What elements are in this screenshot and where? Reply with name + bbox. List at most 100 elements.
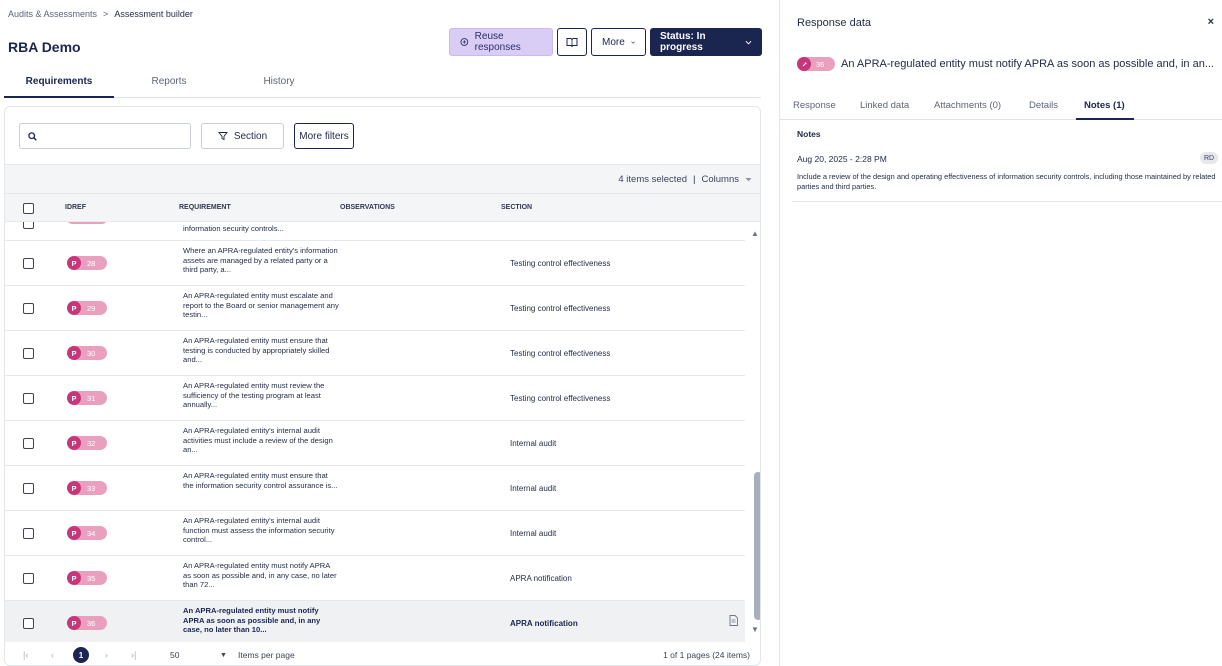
selection-bar: 4 items selected | Columns: [5, 164, 760, 194]
scrollbar-thumb[interactable]: [754, 472, 760, 620]
row-checkbox[interactable]: [23, 222, 34, 229]
tab-details[interactable]: Details: [1029, 100, 1058, 111]
table-row[interactable]: P 28 Where an APRA-regulated entity's inf…: [5, 241, 745, 286]
breadcrumb-separator: >: [103, 9, 109, 19]
scroll-down-icon[interactable]: ▼: [751, 625, 759, 634]
header-section[interactable]: SECTION: [501, 204, 532, 211]
id-badge: P 36: [67, 616, 107, 630]
badge-prefix: P: [67, 391, 81, 405]
table-row[interactable]: information security controls...: [5, 222, 745, 241]
tab-reports[interactable]: Reports: [114, 66, 224, 97]
row-checkbox[interactable]: [23, 393, 34, 404]
filter-icon: [217, 132, 228, 141]
tab-history[interactable]: History: [224, 66, 334, 97]
panel-requirement: 36 An APRA-regulated entity must notify …: [797, 57, 1222, 71]
page-title: RBA Demo: [8, 39, 81, 55]
badge-number: 35: [87, 573, 96, 583]
pagination: |‹ ‹ 1 › ›| 50 ▼ Items per page 1 of 1 p…: [5, 643, 760, 665]
notes-heading: Notes: [797, 129, 821, 139]
requirement-text: An APRA-regulated entity must notify APR…: [183, 561, 337, 590]
badge-prefix: P: [67, 616, 81, 630]
first-page-icon[interactable]: |‹: [23, 650, 28, 660]
row-checkbox[interactable]: [23, 528, 34, 539]
table-row[interactable]: P 29 An APRA-regulated entity must escala…: [5, 286, 745, 331]
section-text: Testing control effectiveness: [510, 394, 611, 403]
row-checkbox[interactable]: [23, 438, 34, 449]
panel-title: Response data: [797, 17, 871, 29]
badge-prefix: P: [67, 301, 81, 315]
note-text: Include a review of the design and opera…: [797, 172, 1216, 191]
section-filter-button[interactable]: Section: [201, 123, 284, 149]
tab-response[interactable]: Response: [793, 100, 836, 111]
scroll-up-icon[interactable]: ▲: [751, 229, 759, 238]
requirement-text: An APRA-regulated entity must review the…: [183, 381, 325, 410]
prev-page-icon[interactable]: ‹: [51, 650, 54, 660]
columns-button[interactable]: Columns: [702, 174, 740, 185]
next-page-icon[interactable]: ›: [105, 650, 108, 660]
badge-number: 33: [87, 483, 96, 493]
badge-number: 30: [87, 348, 96, 358]
row-checkbox[interactable]: [23, 573, 34, 584]
row-checkbox[interactable]: [23, 618, 34, 629]
reuse-responses-button[interactable]: Reuse responses: [449, 28, 553, 56]
tab-requirements[interactable]: Requirements: [4, 66, 114, 98]
section-text: Internal audit: [510, 484, 557, 493]
requirement-text: An APRA-regulated entity must notify APR…: [183, 606, 321, 635]
tab-notes[interactable]: Notes (1): [1084, 100, 1125, 111]
section-filter-label: Section: [233, 130, 268, 142]
table-row[interactable]: P 33 An APRA-regulated entity must ensure…: [5, 466, 745, 511]
panel-tabs: Response Linked data Attachments (0) Det…: [780, 96, 1222, 120]
tab-linked-data[interactable]: Linked data: [860, 100, 909, 111]
row-checkbox[interactable]: [23, 258, 34, 269]
note-date: Aug 20, 2025 - 2:28 PM: [797, 154, 887, 164]
badge-number: 32: [87, 438, 96, 448]
last-page-icon[interactable]: ›|: [131, 650, 136, 660]
header-observations[interactable]: OBSERVATIONS: [340, 204, 395, 211]
badge-prefix: P: [67, 481, 81, 495]
search-input[interactable]: [19, 123, 191, 149]
badge-number: 34: [87, 528, 96, 538]
table-row-selected[interactable]: P 36 An APRA-regulated entity must notify…: [5, 601, 745, 642]
select-all-checkbox[interactable]: [23, 203, 34, 214]
table-row[interactable]: P 34 An APRA-regulated entity's internal …: [5, 511, 745, 556]
table-row[interactable]: P 35 An APRA-regulated entity must notify…: [5, 556, 745, 601]
section-text: APRA notification: [510, 574, 572, 583]
row-checkbox[interactable]: [23, 348, 34, 359]
requirement-text: An APRA-regulated entity must escalate a…: [183, 291, 339, 320]
id-badge: P 35: [67, 571, 107, 585]
table-row[interactable]: P 32 An APRA-regulated entity's internal …: [5, 421, 745, 466]
table-header: IDREF REQUIREMENT OBSERVATIONS SECTION: [5, 194, 760, 222]
more-button[interactable]: More: [591, 28, 646, 56]
badge-prefix: P: [67, 256, 81, 270]
per-page-value[interactable]: 50: [170, 650, 179, 660]
guide-button[interactable]: [557, 28, 587, 56]
avatar: RD: [1200, 152, 1218, 164]
status-button[interactable]: Status: In progress: [650, 28, 762, 56]
chevron-down-icon: [631, 41, 635, 44]
id-badge: P 29: [67, 301, 107, 315]
requirement-text: information security controls...: [183, 224, 284, 233]
section-text: Testing control effectiveness: [510, 304, 611, 313]
current-page[interactable]: 1: [73, 647, 89, 663]
row-checkbox[interactable]: [23, 483, 34, 494]
table-row[interactable]: P 31 An APRA-regulated entity must review…: [5, 376, 745, 421]
badge-prefix: P: [67, 346, 81, 360]
more-filters-button[interactable]: More filters: [294, 123, 354, 149]
panel-requirement-text: An APRA-regulated entity must notify APR…: [841, 58, 1214, 70]
header-idref[interactable]: IDREF: [65, 204, 86, 211]
tab-attachments[interactable]: Attachments (0): [934, 100, 1001, 111]
row-checkbox[interactable]: [23, 303, 34, 314]
document-icon[interactable]: [729, 615, 738, 626]
id-badge: [67, 222, 107, 224]
breadcrumb-parent[interactable]: Audits & Assessments: [8, 9, 97, 19]
id-badge: P 32: [67, 436, 107, 450]
badge-number: 31: [87, 393, 96, 403]
close-icon[interactable]: ×: [1208, 16, 1214, 28]
id-badge: 36: [797, 57, 835, 71]
caret-down-icon[interactable]: [745, 177, 752, 182]
id-badge: P 30: [67, 346, 107, 360]
header-requirement[interactable]: REQUIREMENT: [179, 204, 231, 211]
table-row[interactable]: P 30 An APRA-regulated entity must ensure…: [5, 331, 745, 376]
reuse-responses-label: Reuse responses: [474, 31, 521, 53]
caret-down-icon[interactable]: ▼: [220, 652, 227, 659]
